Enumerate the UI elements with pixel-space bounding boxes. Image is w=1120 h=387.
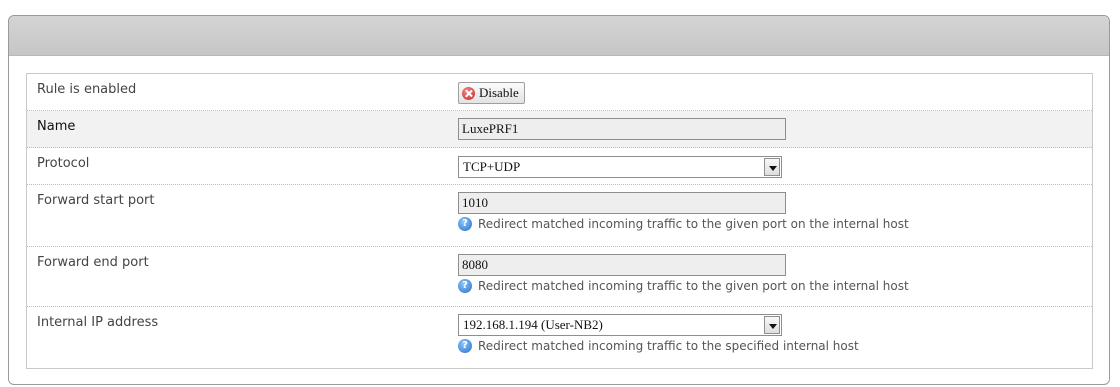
- protocol-selected-value: TCP+UDP: [463, 159, 521, 174]
- row-forward-start-port: Forward start port 1010 ? Redirect match…: [27, 185, 1092, 247]
- chevron-down-icon[interactable]: [764, 158, 780, 176]
- x-icon: [462, 86, 475, 100]
- help-icon: ?: [458, 217, 472, 231]
- forward-end-port-hint-text: Redirect matched incoming traffic to the…: [478, 279, 909, 293]
- protocol-label: Protocol: [37, 156, 90, 171]
- internal-ip-select[interactable]: 192.168.1.194 (User-NB2): [458, 314, 782, 336]
- internal-ip-selected-value: 192.168.1.194 (User-NB2): [463, 317, 603, 332]
- row-rule-enabled: Rule is enabled Disable: [27, 74, 1092, 111]
- rule-edit-panel: Rule is enabled Disable Name LuxePRF1 Pr…: [8, 15, 1110, 385]
- row-protocol: Protocol TCP+UDP: [27, 148, 1092, 185]
- help-icon: ?: [458, 279, 472, 293]
- forward-start-port-hint: ? Redirect matched incoming traffic to t…: [458, 217, 909, 231]
- disable-button[interactable]: Disable: [458, 82, 525, 104]
- forward-start-port-label: Forward start port: [37, 193, 155, 208]
- forward-start-port-input[interactable]: 1010: [458, 192, 786, 214]
- forward-end-port-hint: ? Redirect matched incoming traffic to t…: [458, 279, 909, 293]
- protocol-select[interactable]: TCP+UDP: [458, 156, 782, 178]
- help-icon: ?: [458, 339, 472, 353]
- panel-header: [9, 16, 1109, 56]
- name-input[interactable]: LuxePRF1: [458, 118, 786, 140]
- rule-enabled-label: Rule is enabled: [37, 82, 137, 97]
- internal-ip-hint: ? Redirect matched incoming traffic to t…: [458, 339, 859, 353]
- disable-button-label: Disable: [479, 85, 519, 100]
- row-name: Name LuxePRF1: [27, 111, 1092, 148]
- name-label: Name: [37, 119, 76, 134]
- chevron-down-icon[interactable]: [764, 316, 780, 334]
- forward-start-port-hint-text: Redirect matched incoming traffic to the…: [478, 217, 909, 231]
- rule-form: Rule is enabled Disable Name LuxePRF1 Pr…: [26, 73, 1093, 369]
- row-forward-end-port: Forward end port 8080 ? Redirect matched…: [27, 247, 1092, 307]
- internal-ip-hint-text: Redirect matched incoming traffic to the…: [478, 339, 859, 353]
- forward-end-port-label: Forward end port: [37, 255, 149, 270]
- internal-ip-label: Internal IP address: [37, 315, 159, 330]
- row-internal-ip: Internal IP address 192.168.1.194 (User-…: [27, 307, 1092, 368]
- forward-end-port-input[interactable]: 8080: [458, 254, 786, 276]
